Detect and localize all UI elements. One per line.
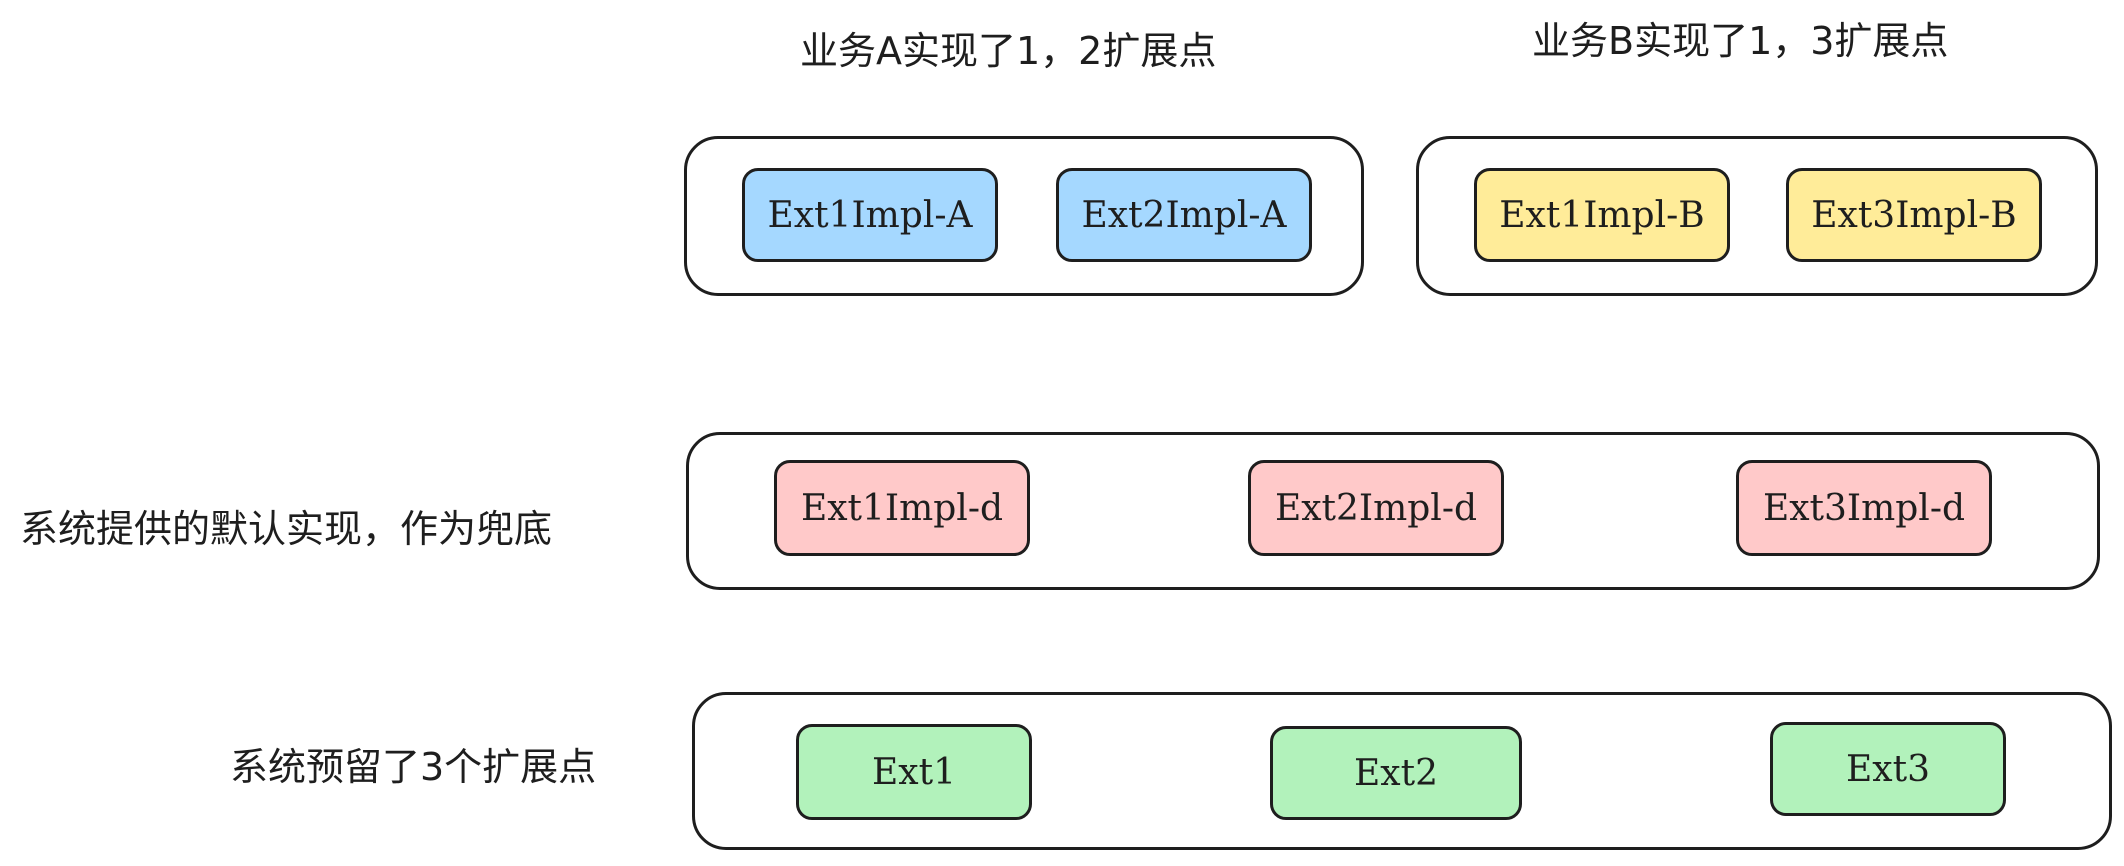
ext1-box: Ext1 <box>796 724 1032 820</box>
diagram-canvas: 业务A实现了1，2扩展点 Ext1Impl-A Ext2Impl-A 业务B实现… <box>0 0 2124 866</box>
ext3-box: Ext3 <box>1770 722 2006 816</box>
ext2-impl-a-box: Ext2Impl-A <box>1056 168 1312 262</box>
ext3-impl-b-box: Ext3Impl-B <box>1786 168 2042 262</box>
business-b-label: 业务B实现了1，3扩展点 <box>1532 19 1949 63</box>
ext2-box: Ext2 <box>1270 726 1522 820</box>
business-a-label: 业务A实现了1，2扩展点 <box>800 29 1217 73</box>
ext1-impl-b-box: Ext1Impl-B <box>1474 168 1730 262</box>
system-default-label: 系统提供的默认实现，作为兜底 <box>20 507 553 551</box>
ext3-impl-d-box: Ext3Impl-d <box>1736 460 1992 556</box>
ext1-impl-d-box: Ext1Impl-d <box>774 460 1030 556</box>
ext2-impl-d-box: Ext2Impl-d <box>1248 460 1504 556</box>
ext1-impl-a-box: Ext1Impl-A <box>742 168 998 262</box>
system-reserved-label: 系统预留了3个扩展点 <box>230 745 597 789</box>
